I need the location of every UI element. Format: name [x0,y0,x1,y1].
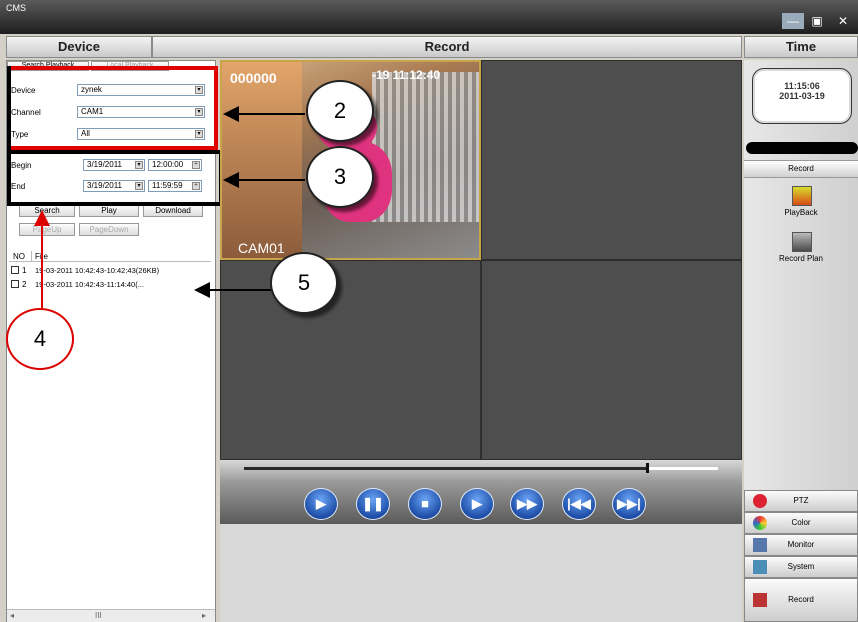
callout-3: 3 [306,146,374,208]
callout-5: 5 [270,252,338,314]
annotation-arrows [34,106,305,320]
callout-4: 4 [6,308,74,370]
callout-2: 2 [306,80,374,142]
